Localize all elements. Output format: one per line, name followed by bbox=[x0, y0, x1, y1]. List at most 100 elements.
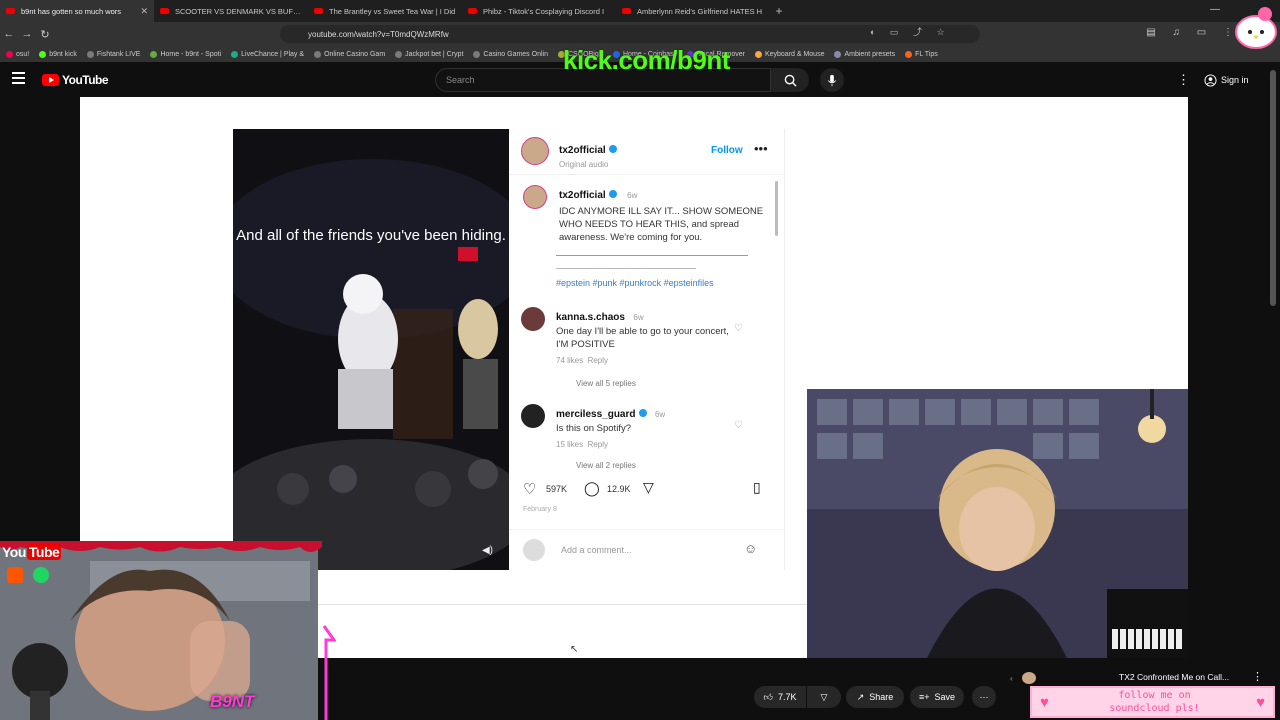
bookmark-save-icon[interactable]: ▯ bbox=[753, 479, 761, 496]
page-actions-icon[interactable]: ◐ ▭ ⤴ ☆ bbox=[870, 25, 951, 38]
bookmark-item[interactable]: Casino Games Onlin bbox=[473, 50, 548, 58]
browser-tab[interactable]: SCOOTER VS DENMARK VS BUFF - Yo bbox=[154, 0, 308, 22]
mouse-cursor-icon: ↖ bbox=[570, 644, 579, 655]
emoji-icon[interactable]: ☺ bbox=[744, 541, 757, 556]
browser-tab[interactable]: b9nt has gotten so much wors ✕ bbox=[0, 0, 154, 22]
soundcloud-icon bbox=[7, 567, 23, 583]
comment-text: Is this on Spotify? bbox=[556, 423, 631, 434]
bookmark-item[interactable]: FL Tips bbox=[905, 50, 938, 58]
browser-tab[interactable]: Phibz - Tiktok's Cosplaying Discord I bbox=[462, 0, 616, 22]
bookmark-item[interactable]: Jackpot bet | Crypt bbox=[395, 50, 463, 58]
bookmark-item[interactable]: Fishtank LIVE bbox=[86, 50, 140, 58]
bookmark-item[interactable]: b9nt kick bbox=[39, 50, 77, 58]
playlist-add-icon: ≡+ bbox=[918, 692, 930, 702]
chevron-left-icon[interactable]: ‹ bbox=[1010, 674, 1013, 683]
instagram-post-panel: tx2official Original audio Follow ••• tx… bbox=[509, 129, 785, 570]
thumbs-down-icon: ▽ bbox=[820, 691, 828, 702]
follow-button[interactable]: Follow bbox=[711, 145, 743, 156]
view-replies-button[interactable]: View all 2 replies bbox=[576, 461, 636, 470]
dislike-button[interactable]: ▽ bbox=[807, 686, 841, 708]
more-options-icon[interactable]: ••• bbox=[754, 141, 768, 156]
like-heart-icon[interactable]: ♡ bbox=[523, 480, 536, 498]
tab-title: The Brantley vs Sweet Tea War | I Did bbox=[329, 6, 456, 16]
heart-icon[interactable]: ♡ bbox=[734, 420, 743, 431]
close-tab-icon[interactable]: ✕ bbox=[140, 6, 148, 17]
browser-tab-strip: b9nt has gotten so much wors ✕ SCOOTER V… bbox=[0, 0, 1280, 22]
forward-icon[interactable]: → bbox=[18, 28, 36, 40]
more-vertical-icon[interactable]: ⋮ bbox=[1252, 670, 1263, 683]
address-bar-row: ← → ↻ ▯ youtube.com/watch?v=T0mdQWzMRfw … bbox=[0, 22, 1280, 46]
youtube-logo[interactable]: YouTube bbox=[42, 73, 109, 87]
share-send-icon[interactable]: ▽ bbox=[643, 479, 654, 496]
heart-icon: ♥ bbox=[1256, 694, 1265, 711]
spotify-icon bbox=[33, 567, 49, 583]
streamer-room-image bbox=[807, 389, 1188, 658]
extensions-icon[interactable]: ▤ ♫ ▭ ⋮ bbox=[1146, 27, 1240, 38]
hashtags[interactable]: #epstein #punk #punkrock #epsteinfiles bbox=[556, 278, 714, 288]
comment-likes: 15 likes bbox=[556, 440, 584, 449]
avatar[interactable] bbox=[521, 404, 545, 428]
post-username[interactable]: tx2official bbox=[559, 190, 606, 201]
search-button[interactable] bbox=[771, 68, 809, 92]
browser-tab[interactable]: Amberlynn Reid's Girlfriend HATES H bbox=[616, 0, 770, 22]
reply-button[interactable]: Reply bbox=[588, 356, 608, 365]
sign-in-button[interactable]: Sign in bbox=[1198, 69, 1258, 91]
next-video-title[interactable]: TX2 Confronted Me on Call... bbox=[1119, 672, 1229, 682]
comment-username[interactable]: kanna.s.chaos bbox=[556, 312, 625, 323]
bookmark-item[interactable]: Keyboard & Mouse bbox=[754, 50, 824, 58]
instagram-reel-video[interactable]: And all of the friends you've been hidin… bbox=[233, 129, 509, 570]
minimize-icon[interactable]: — bbox=[1210, 4, 1220, 15]
page-scrollbar[interactable] bbox=[1270, 70, 1276, 306]
menu-icon[interactable] bbox=[12, 72, 25, 87]
new-tab-button[interactable]: + bbox=[770, 4, 788, 18]
reactor-webcam bbox=[807, 389, 1188, 658]
comment-time: 6w bbox=[654, 410, 666, 419]
account-icon bbox=[1204, 73, 1217, 87]
tab-title: SCOOTER VS DENMARK VS BUFF - Yo bbox=[175, 6, 302, 16]
bookmark-item[interactable]: Online Casino Gam bbox=[314, 50, 385, 58]
share-button[interactable]: ↗ Share bbox=[846, 686, 904, 708]
share-icon: ↗ bbox=[856, 691, 865, 702]
settings-more-icon[interactable]: ⋮ bbox=[1177, 72, 1190, 88]
like-count: 597K bbox=[546, 484, 568, 494]
avatar[interactable] bbox=[1022, 672, 1036, 684]
browser-tab[interactable]: The Brantley vs Sweet Tea War | I Did bbox=[308, 0, 462, 22]
youtube-favicon-icon bbox=[314, 8, 323, 14]
b9nt-logo-overlay: B9NT bbox=[210, 692, 255, 711]
promo-text-line: soundcloud pls! bbox=[1109, 703, 1200, 714]
comment-bubble-icon[interactable]: ◯ bbox=[584, 480, 600, 497]
youtube-favicon-icon bbox=[6, 8, 15, 14]
soundcloud-promo-banner: ♥ follow me on soundcloud pls! ♥ bbox=[1030, 686, 1275, 718]
avatar[interactable] bbox=[523, 185, 547, 209]
add-comment-input[interactable]: Add a comment... bbox=[561, 545, 632, 555]
comment-likes: 74 likes bbox=[556, 356, 584, 365]
post-username[interactable]: tx2official bbox=[559, 145, 606, 156]
avatar[interactable] bbox=[521, 307, 545, 331]
scrollbar[interactable] bbox=[775, 181, 778, 236]
post-time: 6w bbox=[627, 191, 638, 200]
bookmark-item[interactable]: Home - b9nt - Spoti bbox=[150, 50, 221, 58]
verified-badge-icon bbox=[638, 408, 647, 417]
bookmark-item[interactable]: Ambient presets bbox=[834, 50, 895, 58]
youtube-play-icon bbox=[42, 74, 59, 86]
comment-username[interactable]: merciless_guard bbox=[556, 409, 636, 420]
more-actions-button[interactable]: ⋯ bbox=[972, 686, 996, 708]
hello-kitty-sticker-icon bbox=[1235, 7, 1277, 49]
mute-icon[interactable]: ◀) bbox=[482, 545, 493, 556]
audio-label[interactable]: Original audio bbox=[559, 160, 617, 169]
view-replies-button[interactable]: View all 5 replies bbox=[576, 379, 636, 388]
concert-scene-image bbox=[233, 129, 509, 570]
like-button[interactable]: 👍︎ 7.7K bbox=[754, 686, 806, 708]
back-icon[interactable]: ← bbox=[0, 28, 18, 40]
reload-icon[interactable]: ↻ bbox=[36, 28, 54, 41]
bookmark-item[interactable]: LiveChance | Play & bbox=[231, 50, 304, 58]
voice-search-button[interactable] bbox=[820, 68, 844, 92]
bookmark-item[interactable]: osu! bbox=[6, 50, 29, 58]
avatar[interactable] bbox=[521, 137, 549, 165]
youtube-favicon-icon bbox=[622, 8, 631, 14]
heart-icon[interactable]: ♡ bbox=[734, 323, 743, 334]
comment-text: One day I'll be able to go to your conce… bbox=[556, 326, 729, 350]
reply-button[interactable]: Reply bbox=[588, 440, 608, 449]
save-button[interactable]: ≡+ Save bbox=[910, 686, 964, 708]
tab-title: Phibz - Tiktok's Cosplaying Discord I bbox=[483, 6, 605, 16]
